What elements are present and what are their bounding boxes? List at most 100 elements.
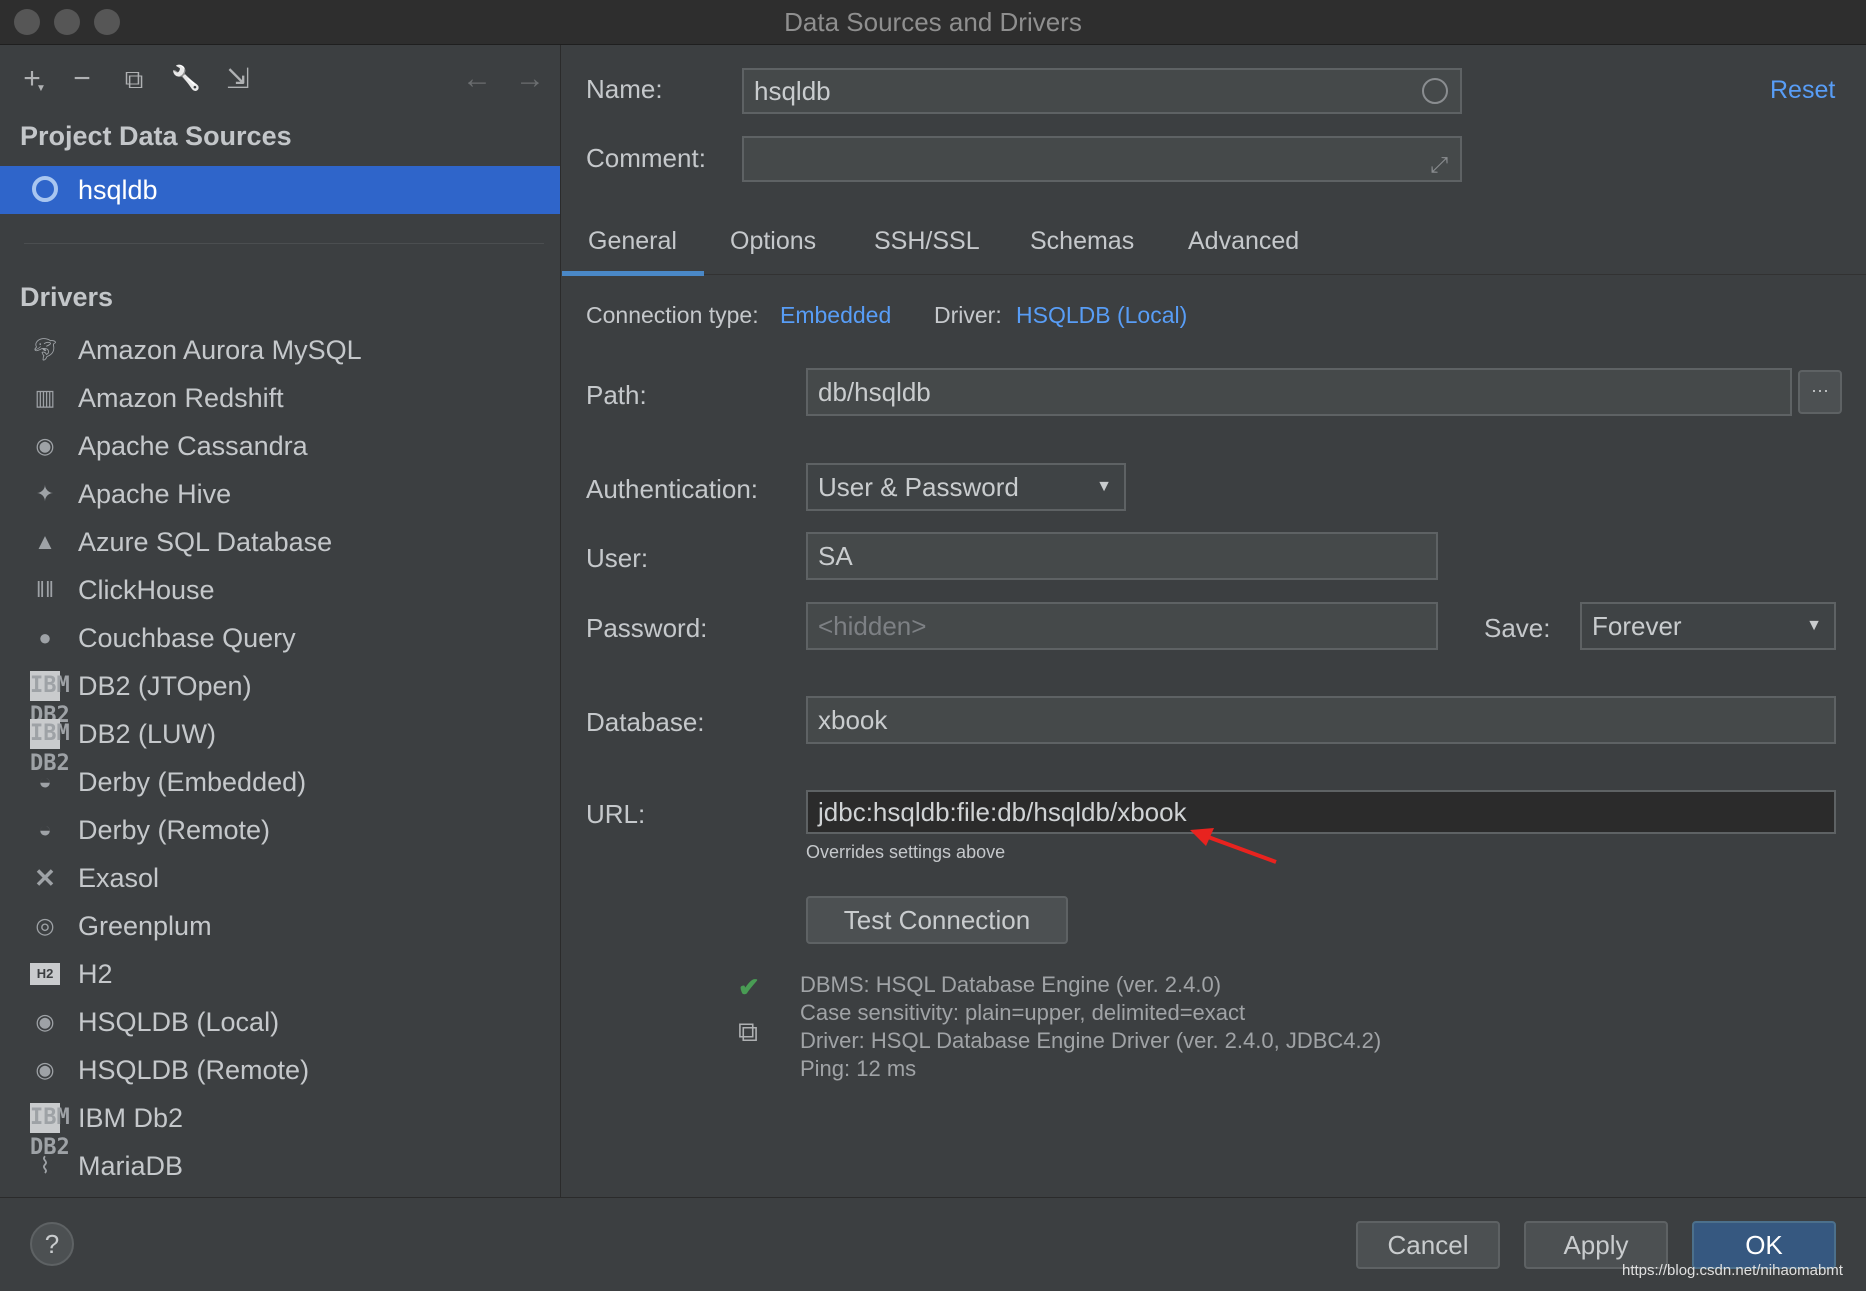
driver-item-derby-embedded[interactable]: ◒ Derby (Embedded) <box>0 758 560 806</box>
success-check-icon: ✔ <box>738 972 760 1002</box>
derby-hat-icon: ◒ <box>38 817 52 842</box>
derby-hat-icon: ◒ <box>38 769 52 794</box>
driver-label: HSQLDB (Local) <box>78 1007 280 1037</box>
driver-label: Couchbase Query <box>78 623 296 653</box>
driver-label: Driver: <box>934 302 1002 328</box>
ibm-db2-icon: IBM DB2 <box>30 719 70 776</box>
name-value: hsqldb <box>754 76 831 106</box>
driver-label: Derby (Embedded) <box>78 767 307 797</box>
ibm-db2-icon: IBM DB2 <box>30 671 70 728</box>
seal-icon: ⌇ <box>39 1153 51 1178</box>
password-label: Password: <box>586 613 708 643</box>
project-data-sources-heading: Project Data Sources <box>20 121 292 151</box>
back-arrow-icon[interactable]: ← <box>457 59 497 99</box>
driver-label: Apache Cassandra <box>78 431 308 461</box>
import-icon[interactable]: ⇲ <box>218 59 258 99</box>
help-button[interactable]: ? <box>30 1222 74 1266</box>
driver-item-ibm-db2[interactable]: IBM DB2 IBM Db2 <box>0 1094 560 1160</box>
driver-label: HSQLDB (Remote) <box>78 1055 310 1085</box>
window-title: Data Sources and Drivers <box>784 7 1082 37</box>
watermark-text: https://blog.csdn.net/nihaomabmt <box>1622 1262 1843 1279</box>
password-field[interactable]: <hidden> <box>806 602 1438 650</box>
cancel-button[interactable]: Cancel <box>1356 1221 1500 1269</box>
remove-icon[interactable]: − <box>62 59 102 99</box>
expand-icon[interactable]: ⤢ <box>1430 144 1448 186</box>
browse-button[interactable]: ··· <box>1798 370 1842 414</box>
driver-item-h2[interactable]: H2 H2 <box>0 950 560 998</box>
driver-item-clickhouse[interactable]: ‖‖ ClickHouse <box>0 566 560 614</box>
tabs-divider <box>562 274 1866 275</box>
driver-item-apache-hive[interactable]: ✦ Apache Hive <box>0 470 560 518</box>
url-hint: Overrides settings above <box>806 842 1006 862</box>
driver-item-hsqldb-remote[interactable]: ◉ HSQLDB (Remote) <box>0 1046 560 1094</box>
hsqldb-icon: ◉ <box>35 1057 55 1082</box>
ibm-text: IBM <box>30 1105 70 1130</box>
tab-options[interactable]: Options <box>730 227 816 256</box>
exasol-icon: ✕ <box>34 863 56 893</box>
driver-item-db2-luw[interactable]: IBM DB2 DB2 (LUW) <box>0 710 560 776</box>
driver-item-couchbase-query[interactable]: ● Couchbase Query <box>0 614 560 662</box>
reset-link[interactable]: Reset <box>1770 76 1835 105</box>
tab-schemas[interactable]: Schemas <box>1030 227 1134 256</box>
driver-item-greenplum[interactable]: ◎ Greenplum <box>0 902 560 950</box>
driver-item-amazon-redshift[interactable]: ▥ Amazon Redshift <box>0 374 560 422</box>
database-field[interactable]: xbook <box>806 696 1836 744</box>
chevron-down-icon: ▼ <box>36 83 46 94</box>
tab-advanced[interactable]: Advanced <box>1188 227 1299 256</box>
driver-item-exasol[interactable]: ✕ Exasol <box>0 854 560 902</box>
color-circle-icon[interactable] <box>1422 78 1448 104</box>
data-source-item-hsqldb[interactable]: hsqldb <box>0 166 560 214</box>
hive-icon: ✦ <box>35 481 55 506</box>
connection-type-link[interactable]: Embedded <box>780 302 891 329</box>
hsqldb-icon <box>32 176 58 202</box>
data-source-label: hsqldb <box>78 175 158 205</box>
driver-label: Greenplum <box>78 911 212 941</box>
chevron-down-icon: ▼ <box>1806 617 1822 634</box>
url-field[interactable]: jdbc:hsqldb:file:db/hsqldb/xbook <box>806 790 1836 834</box>
path-field[interactable]: db/hsqldb <box>806 368 1792 416</box>
save-select[interactable]: Forever ▼ <box>1580 602 1836 650</box>
drivers-heading: Drivers <box>20 282 114 312</box>
driver-label: DB2 (JTOpen) <box>78 671 252 701</box>
driver-label: DB2 (LUW) <box>78 719 217 749</box>
eye-icon: ◉ <box>35 433 55 458</box>
add-icon[interactable]: + <box>12 59 52 99</box>
forward-arrow-icon[interactable]: → <box>510 59 550 99</box>
driver-item-azure-sql-database[interactable]: ▲ Azure SQL Database <box>0 518 560 566</box>
connection-type-label: Connection type: <box>586 302 759 328</box>
dolphin-icon: 🐬︎ <box>31 337 59 362</box>
name-field[interactable]: hsqldb <box>742 68 1462 114</box>
driver-item-apache-cassandra[interactable]: ◉ Apache Cassandra <box>0 422 560 470</box>
driver-label: Amazon Aurora MySQL <box>78 335 362 365</box>
annotation-arrow-icon <box>1190 828 1277 864</box>
azure-icon: ▲ <box>34 529 56 554</box>
driver-item-hsqldb-local[interactable]: ◉ HSQLDB (Local) <box>0 998 560 1046</box>
authentication-select[interactable]: User & Password ▼ <box>806 463 1126 511</box>
copy-icon[interactable]: ⧉ <box>738 1016 758 1049</box>
active-tab-indicator <box>562 271 704 276</box>
save-value: Forever <box>1592 611 1682 641</box>
driver-item-db2-jtopen[interactable]: IBM DB2 DB2 (JTOpen) <box>0 662 560 728</box>
tab-ssh-ssl[interactable]: SSH/SSL <box>874 227 980 256</box>
database-label: Database: <box>586 707 705 737</box>
test-connection-button[interactable]: Test Connection <box>806 896 1068 944</box>
clickhouse-icon: ‖‖ <box>35 577 55 602</box>
driver-label: IBM Db2 <box>78 1103 184 1133</box>
ibm-text: IBM <box>30 673 70 698</box>
user-field[interactable]: SA <box>806 532 1438 580</box>
sidebar: + ▼ − ⧉ 🔧 ⇲ ← → Project Data Sources hsq… <box>0 45 561 1197</box>
duplicate-icon[interactable]: ⧉ <box>114 59 154 99</box>
driver-item-derby-remote[interactable]: ◒ Derby (Remote) <box>0 806 560 854</box>
authentication-label: Authentication: <box>586 474 759 504</box>
name-label: Name: <box>586 74 663 104</box>
driver-item-amazon-aurora-mysql[interactable]: 🐬︎ Amazon Aurora MySQL <box>0 326 560 374</box>
comment-field[interactable]: ⤢ <box>742 136 1462 182</box>
wrench-icon[interactable]: 🔧 <box>166 59 206 99</box>
driver-item-mariadb[interactable]: ⌇ MariaDB <box>0 1142 560 1190</box>
result-ping: Ping: 12 ms <box>800 1056 917 1081</box>
tab-general[interactable]: General <box>588 227 677 256</box>
ibm-db2-icon: IBM DB2 <box>30 1103 70 1160</box>
driver-link[interactable]: HSQLDB (Local) <box>1016 302 1187 329</box>
driver-label: ClickHouse <box>78 575 215 605</box>
driver-label: Exasol <box>78 863 160 893</box>
